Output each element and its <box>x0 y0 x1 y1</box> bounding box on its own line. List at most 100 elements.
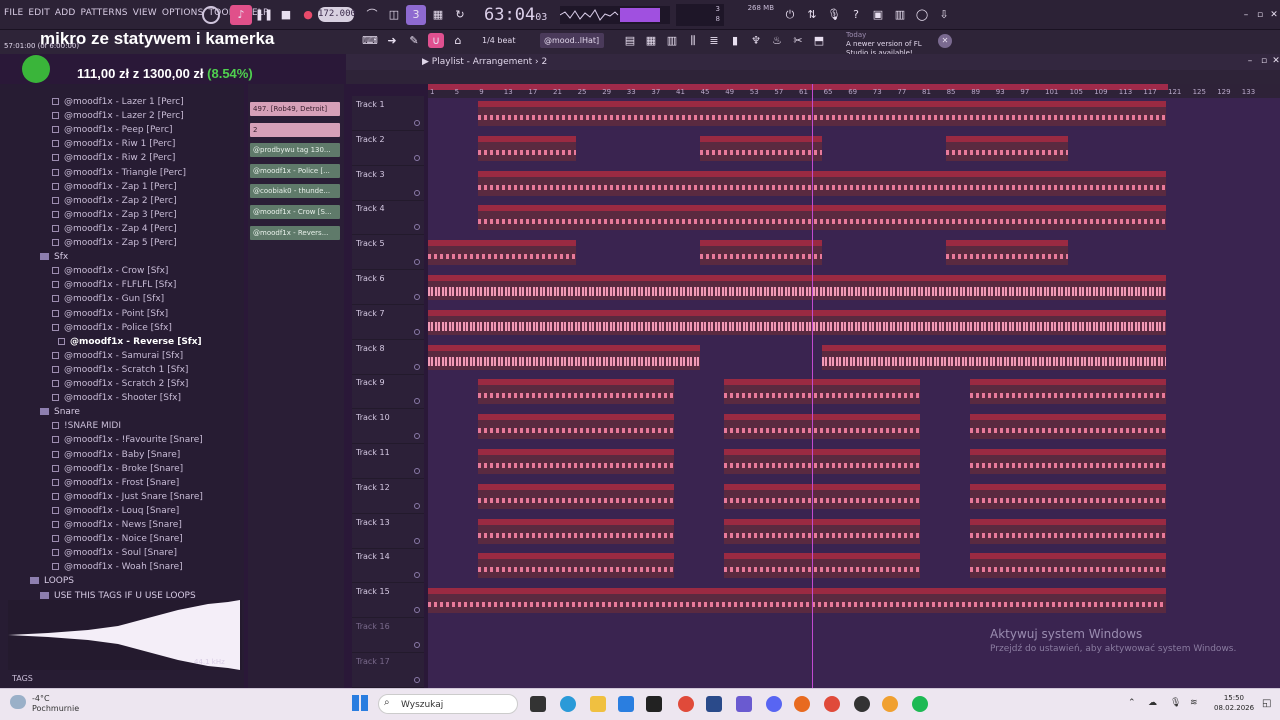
save-icon[interactable]: ▣ <box>868 5 888 25</box>
track-header[interactable]: Track 2 <box>352 131 424 166</box>
track-mute-dot[interactable] <box>414 328 420 335</box>
close-icon[interactable]: ✕ <box>1264 5 1280 25</box>
track-header[interactable]: Track 12 <box>352 479 424 514</box>
piano-roll-icon[interactable]: ▦ <box>643 33 659 48</box>
project-icon[interactable]: ▮ <box>727 33 743 48</box>
playlist-clip[interactable]: 497. [..bywu <box>478 101 1166 126</box>
stop-icon[interactable]: ■ <box>276 5 296 25</box>
menu-options[interactable]: OPTIONS <box>162 8 204 18</box>
browser-file[interactable]: @moodf1x - Crow [Sfx] <box>52 264 168 278</box>
taskbar-search[interactable]: Wyszukaj <box>378 694 518 714</box>
arrangement-number[interactable]: 2 <box>542 57 548 67</box>
playlist-clip[interactable]: @mood..erc] <box>724 483 920 509</box>
track-header[interactable]: Track 4 <box>352 200 424 236</box>
pencil-icon[interactable]: ✎ <box>406 33 422 48</box>
loop-record-icon[interactable]: ↻ <box>450 5 470 25</box>
picker-channel[interactable]: 497. [Rob49, Detroit] <box>250 102 340 116</box>
obs-icon[interactable] <box>854 696 870 712</box>
playlist-close-icon[interactable]: ✕ <box>1266 53 1280 69</box>
record-icon[interactable]: ● <box>298 5 318 25</box>
browser-file[interactable]: @moodf1x - Zap 4 [Perc] <box>52 222 177 236</box>
track-header[interactable]: Track 17 <box>352 653 424 688</box>
fl-studio-icon[interactable] <box>882 696 898 712</box>
picker-channel[interactable]: @moodf1x - Police [... <box>250 163 340 178</box>
picker-channel[interactable]: @moodf1x - Revers... <box>250 225 340 240</box>
browser-file[interactable]: @moodf1x - Noice [Snare] <box>52 532 183 546</box>
browser-file[interactable]: @moodf1x - Zap 3 [Perc] <box>52 208 177 222</box>
mic-tray-icon[interactable]: 🎙 <box>1170 698 1181 708</box>
playlist-clip[interactable]: 497. [Rob49, Detroit] 172 bpm D Sharp Mi… <box>428 588 1166 614</box>
step-edit-icon[interactable]: ▦ <box>428 5 448 25</box>
pattern-selector[interactable]: @mood..lHat] <box>540 33 604 48</box>
arrow-icon[interactable]: ➜ <box>384 33 400 48</box>
network-icon[interactable]: ☁ <box>1148 698 1157 708</box>
menu-add[interactable]: ADD <box>55 8 76 18</box>
track-mute-dot[interactable] <box>414 154 420 161</box>
browser-icon[interactable]: ≣ <box>706 33 722 48</box>
browser-file[interactable]: @moodf1x - Louq [Snare] <box>52 504 179 518</box>
lock-icon[interactable]: ⬒ <box>811 33 827 48</box>
playlist-clip[interactable]: @moo..Perc] <box>478 518 674 544</box>
track-mute-dot[interactable] <box>414 398 420 405</box>
pause-icon[interactable]: ❚❚ <box>254 5 274 25</box>
browser-folder[interactable]: Sfx <box>40 250 68 264</box>
wifi-icon[interactable]: ≋ <box>1190 698 1198 708</box>
picker-channel[interactable]: @prodbywu tag 130... <box>250 143 340 158</box>
playlist-clip[interactable]: @moo..Perc] <box>970 553 1166 579</box>
menu-patterns[interactable]: PATTERNS <box>81 8 128 18</box>
plugin-icon[interactable]: ▥ <box>890 5 910 25</box>
playlist-clip[interactable]: @moo..Perc] <box>724 553 920 579</box>
browser-file[interactable]: @moodf1x - FLFLFL [Sfx] <box>52 278 176 292</box>
browser-file[interactable]: @moodf1x - Triangle [Perc] <box>52 166 186 180</box>
menu-view[interactable]: VIEW <box>133 8 157 18</box>
browser-file[interactable]: @moodf1x - Samurai [Sfx] <box>52 349 183 363</box>
chrome-icon[interactable] <box>678 696 694 712</box>
notification-icon[interactable]: ◱ <box>1262 698 1271 709</box>
stamp-icon[interactable]: ⌂ <box>450 33 466 48</box>
menu-edit[interactable]: EDIT <box>28 8 50 18</box>
track-mute-dot[interactable] <box>414 676 420 683</box>
news-close-icon[interactable]: ✕ <box>938 34 952 48</box>
track-mute-dot[interactable] <box>414 224 420 231</box>
browser-file[interactable]: @moodf1x - Baby [Snare] <box>52 448 180 462</box>
magnet-icon[interactable]: ∪ <box>428 33 444 48</box>
playlist-clip[interactable]: @moo..Perc] <box>478 449 674 474</box>
playlist-clip[interactable]: @moo..iHat] <box>970 379 1166 405</box>
browser-file[interactable]: @moodf1x - Police [Sfx] <box>52 321 172 335</box>
browser-file[interactable]: @moodf1x - Shooter [Sfx] <box>52 391 181 405</box>
playlist-clip[interactable]: 497. [..bywu <box>428 240 576 266</box>
shield-icon[interactable] <box>706 696 722 712</box>
tags-label[interactable]: TAGS <box>12 674 33 683</box>
track-mute-dot[interactable] <box>414 433 420 440</box>
playlist-clip[interactable]: 497. [..bywu <box>428 275 1166 300</box>
windows-start-icon[interactable] <box>352 695 368 711</box>
pattern-song-icon[interactable] <box>202 6 220 24</box>
playlist-clip[interactable]: @moo..iHat] <box>724 379 920 405</box>
terminal-icon[interactable] <box>646 696 662 712</box>
browser-folder[interactable]: LOOPS <box>30 574 74 588</box>
weather-widget[interactable]: -4°C Pochmurnie <box>32 694 79 714</box>
playlist-clip[interactable]: 497. [..bywu <box>428 344 700 370</box>
track-mute-dot[interactable] <box>414 259 420 266</box>
browser-file[interactable]: @moodf1x - Lazer 2 [Perc] <box>52 109 184 123</box>
playlist-clip[interactable]: 497. [..bywu <box>946 240 1068 266</box>
browser-file[interactable]: @moodf1x - Soul [Snare] <box>52 546 177 560</box>
task-view-icon[interactable] <box>530 696 546 712</box>
track-header[interactable]: Track 8 <box>352 340 424 375</box>
playlist-clip[interactable]: 497. [..bywu <box>478 170 1166 196</box>
browser-file[interactable]: @moodf1x - !Favourite [Snare] <box>52 433 203 447</box>
track-mute-dot[interactable] <box>414 363 420 370</box>
browser-folder[interactable]: Snare <box>40 405 80 419</box>
track-mute-dot[interactable] <box>414 572 420 579</box>
chrome-profile-icon[interactable] <box>824 696 840 712</box>
menu-file[interactable]: FILE <box>4 8 23 18</box>
picker-channel[interactable]: @coobiak0 - thunde... <box>250 184 340 199</box>
track-header[interactable]: Track 7 <box>352 305 424 340</box>
track-header[interactable]: Track 1 <box>352 96 424 131</box>
snap-selector[interactable]: 1/4 beat <box>482 33 515 48</box>
track-mute-dot[interactable] <box>414 120 420 126</box>
playlist-clip[interactable]: @moo...lap] <box>970 414 1166 440</box>
track-header[interactable]: Track 11 <box>352 444 424 479</box>
browser-file[interactable]: @moodf1x - Zap 5 [Perc] <box>52 236 177 250</box>
track-header[interactable]: Track 6 <box>352 270 424 305</box>
